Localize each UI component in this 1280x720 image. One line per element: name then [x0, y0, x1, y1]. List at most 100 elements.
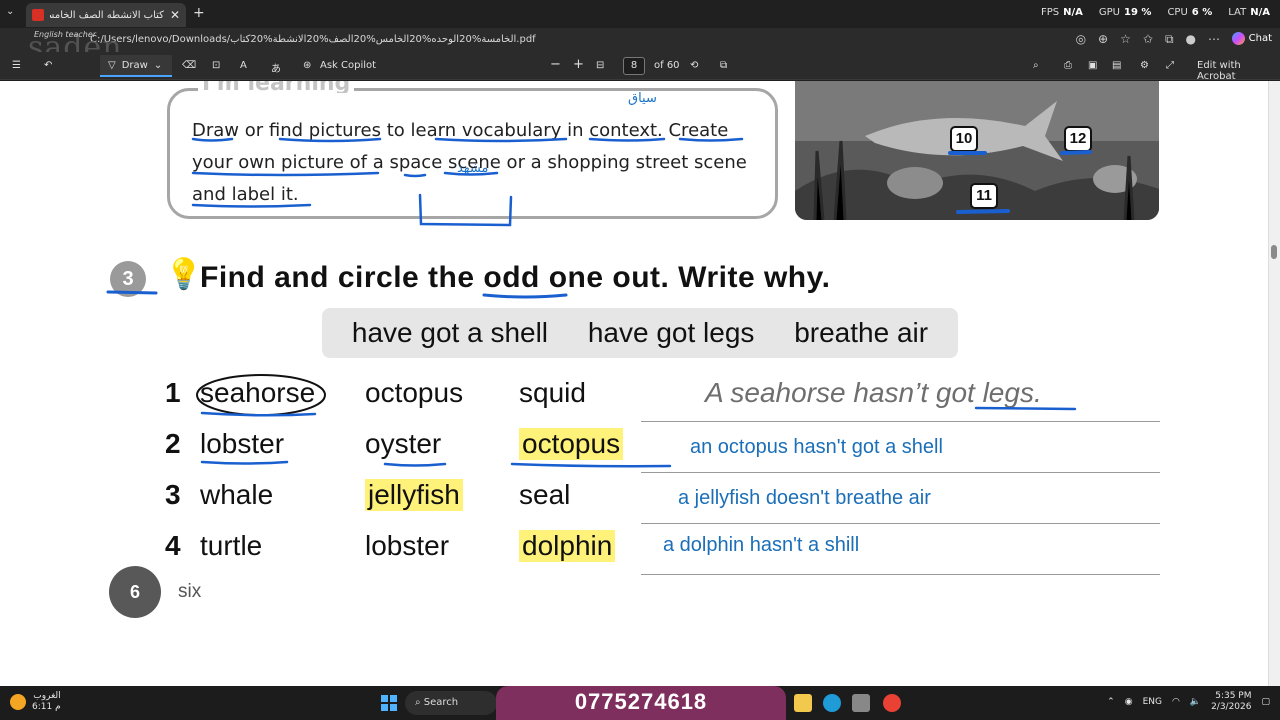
wifi-icon[interactable]: ◠	[1172, 697, 1180, 707]
profile-avatar-icon[interactable]: ●	[1186, 32, 1196, 47]
row-word: turtle	[200, 530, 263, 561]
system-tray: ⌃ ◉ ENG ◠ 🔈 5:35 PM 2/3/2026 ▢	[1107, 691, 1270, 713]
rotate-icon[interactable]: ⟲	[690, 60, 698, 71]
pdf-page: I'm learning Draw or find pictures to le…	[0, 81, 1268, 686]
exercise-row: 2 lobster oyster octopus an octopus hasn…	[0, 428, 1268, 478]
tab-close-icon[interactable]: ✕	[170, 8, 180, 22]
search-label: Search	[423, 697, 459, 708]
undo-icon[interactable]: ↶	[44, 60, 52, 71]
favorites-icon[interactable]: ✩	[1143, 32, 1153, 47]
pdf-file-icon	[32, 9, 44, 21]
image-label: 10	[950, 126, 978, 152]
copilot-icon[interactable]: ⊛	[303, 60, 311, 71]
page-scrollbar[interactable]	[1268, 81, 1280, 686]
browser-tab-bar: ⌄ كتاب الانشطه الصف الخامس الوحد* ✕ + FP…	[0, 0, 1280, 28]
edit-with-acrobat-button[interactable]: Edit with Acrobat	[1197, 60, 1280, 82]
exercise-heading: Find and circle the odd one out. Write w…	[200, 261, 831, 294]
perf-lat: LAT N/A	[1228, 7, 1270, 18]
collections-icon[interactable]: ⧉	[1165, 32, 1174, 47]
page-number-badge: 6	[109, 566, 161, 618]
lightbulb-icon: 💡	[165, 257, 203, 292]
file-explorer-icon[interactable]	[794, 694, 812, 712]
new-tab-button[interactable]: +	[193, 5, 205, 21]
exercise-row: 4 turtle lobster dolphin a dolphin hasn'…	[0, 530, 1268, 580]
tray-chevron-icon[interactable]: ⌃	[1107, 697, 1115, 707]
image-label: 12	[1064, 126, 1092, 152]
page-view-icon[interactable]: ⧉	[720, 60, 727, 71]
scrollbar-thumb[interactable]	[1271, 245, 1277, 259]
highlighted-odd-word: dolphin	[519, 530, 616, 562]
zoom-icon[interactable]: ⊕	[1098, 32, 1108, 47]
browser-tab[interactable]: كتاب الانشطه الصف الخامس الوحد* ✕	[26, 3, 186, 27]
windows-taskbar: الغروب 6:11 م ⌕ Search 0775274618 ⌃ ◉ EN…	[0, 686, 1280, 720]
volume-icon[interactable]: 🔈	[1190, 697, 1201, 707]
ink-arabic-context: سياق	[628, 91, 657, 106]
taskbar-search[interactable]: ⌕ Search	[405, 691, 497, 715]
row-word: lobster	[200, 428, 285, 459]
chrome-browser-icon[interactable]	[883, 694, 901, 712]
performance-overlay: FPS N/A GPU 19 % CPU 6 % LAT N/A	[1041, 7, 1270, 18]
coral-shape	[887, 167, 943, 199]
clock-time: 5:35 PM	[1215, 691, 1252, 701]
zoom-in-button[interactable]: +	[573, 57, 584, 72]
exercise-number: 3	[110, 261, 146, 297]
favorite-star-icon[interactable]: ☆	[1120, 32, 1131, 47]
page-total: of 60	[654, 60, 680, 71]
row-number: 2	[165, 428, 181, 459]
language-indicator[interactable]: ENG	[1143, 697, 1162, 707]
row-word: oyster	[365, 428, 442, 459]
image-label: 11	[970, 183, 998, 209]
tray-network-icon[interactable]: ◉	[1125, 697, 1133, 707]
print-icon[interactable]: ⎙	[1064, 60, 1072, 71]
tab-actions-icon[interactable]: ⌄	[6, 6, 14, 17]
row-number: 4	[165, 530, 181, 561]
zoom-out-button[interactable]: −	[550, 57, 561, 72]
clock-date: 2/3/2026	[1211, 702, 1252, 712]
save-as-icon[interactable]: ▤	[1112, 60, 1121, 71]
phone-number-banner: 0775274618	[496, 686, 786, 720]
underwater-scene-image: 10 12 11	[795, 81, 1159, 220]
ask-copilot-button[interactable]: Ask Copilot	[320, 60, 376, 71]
answer-line	[641, 421, 1160, 422]
row-number: 1	[165, 377, 181, 408]
fit-page-icon[interactable]: ⊟	[596, 60, 604, 71]
learning-title: I'm learning	[198, 81, 355, 93]
settings-gear-icon[interactable]: ⚙	[1140, 60, 1149, 71]
page-number-input[interactable]: 8	[623, 57, 645, 75]
store-icon[interactable]	[852, 694, 870, 712]
fullscreen-icon[interactable]: ⤢	[1166, 60, 1174, 71]
contents-icon[interactable]: ☰	[12, 60, 21, 71]
word-bank-item: have got a shell	[351, 317, 549, 348]
row-word: seal	[519, 479, 571, 510]
row-word: whale	[200, 479, 274, 510]
start-button-icon[interactable]	[381, 695, 397, 711]
url-text[interactable]: C:/Users/lenovo/Downloads/الخامسة%20الوح…	[90, 34, 536, 45]
save-icon[interactable]: ▣	[1088, 60, 1097, 71]
row-number: 3	[165, 479, 181, 510]
edge-browser-icon[interactable]	[823, 694, 841, 712]
perf-gpu: GPU 19 %	[1098, 7, 1152, 18]
answer-line	[641, 574, 1160, 575]
more-menu-icon[interactable]: ⋯	[1208, 32, 1220, 47]
handwritten-answer: an octopus hasn't got a shell	[690, 436, 943, 458]
highlighted-odd-word: jellyfish	[365, 479, 463, 511]
chat-label: Chat	[1248, 33, 1272, 44]
printed-example-answer: A seahorse hasn’t got legs.	[705, 377, 1042, 408]
draw-tool-button[interactable]: ▽ Draw ⌄	[100, 55, 172, 77]
pdf-toolbar: ☰ ↶ ▽ Draw ⌄ ⌫ ⊡ A あ ⊛ Ask Copilot − + ⊟…	[0, 52, 1280, 82]
search-icon[interactable]: ⌕	[1033, 60, 1039, 71]
row-word: seahorse	[200, 377, 316, 408]
weather-widget[interactable]: الغروب 6:11 م	[10, 691, 61, 713]
font-icon[interactable]: A	[240, 60, 247, 71]
translate-icon[interactable]: あ	[271, 60, 281, 75]
clock[interactable]: 5:35 PM 2/3/2026	[1211, 691, 1251, 713]
copilot-chat-button[interactable]: Chat	[1231, 32, 1272, 45]
handwritten-answer: a jellyfish doesn't breathe air	[678, 487, 931, 509]
notification-icon[interactable]: ▢	[1261, 697, 1270, 707]
handwritten-answer: a dolphin hasn't a shill	[663, 534, 860, 556]
eraser-icon[interactable]: ⌫	[182, 60, 196, 71]
read-aloud-icon[interactable]: ◎	[1076, 32, 1086, 47]
weather-text: الغروب 6:11 م	[32, 691, 61, 713]
text-box-icon[interactable]: ⊡	[212, 60, 220, 71]
ink-underline	[482, 293, 568, 299]
